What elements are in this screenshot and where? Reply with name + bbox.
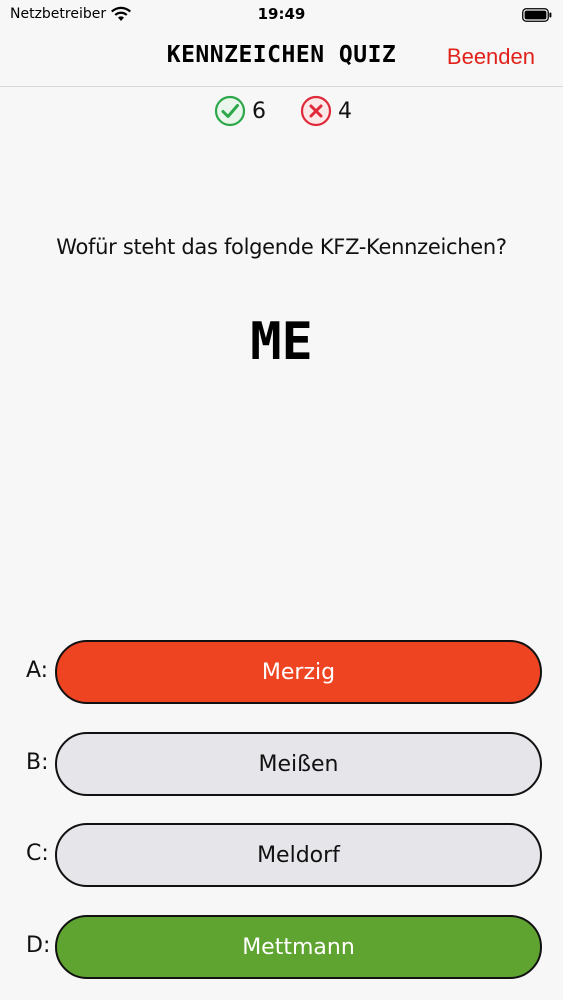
answer-button-c[interactable]: Meldorf [55,823,542,887]
answer-row-b: B: Meißen [0,732,563,798]
answer-row-c: C: Meldorf [0,823,563,889]
battery-icon [522,8,552,22]
answer-row-d: D: Mettmann [0,915,563,981]
status-bar: Netzbetreiber 19:49 [0,0,563,30]
correct-score: 6 [214,95,266,127]
answer-button-d[interactable]: Mettmann [55,915,542,979]
quit-button[interactable]: Beenden [447,44,535,70]
navigation-bar: KENNZEICHEN QUIZ Beenden [0,30,563,87]
answer-button-a[interactable]: Merzig [55,640,542,704]
status-time: 19:49 [257,5,306,23]
wrong-score: 4 [300,95,352,127]
quiz-screen: Netzbetreiber 19:49 KENNZEICHEN QUIZ Bee… [0,0,563,1000]
answer-letter: B: [26,750,49,775]
x-circle-icon [300,95,332,127]
answer-row-a: A: Merzig [0,640,563,706]
score-bar: 6 4 [0,95,563,129]
answer-letter: C: [26,841,49,866]
wrong-count: 4 [338,98,352,124]
check-circle-icon [214,95,246,127]
answer-button-b[interactable]: Meißen [55,732,542,796]
correct-count: 6 [252,98,266,124]
question-text: Wofür steht das folgende KFZ-Kennzeichen… [56,235,507,259]
answer-letter: A: [26,658,49,683]
license-plate-code: ME [250,312,313,372]
answer-letter: D: [26,933,51,958]
